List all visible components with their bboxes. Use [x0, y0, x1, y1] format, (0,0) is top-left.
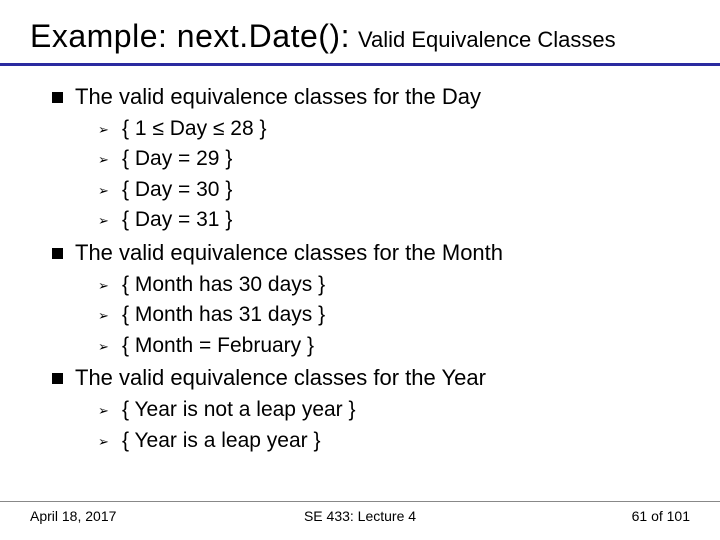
section-heading: The valid equivalence classes for the Ye…: [52, 365, 690, 391]
list-item: ➢ { Year is a leap year }: [98, 426, 690, 456]
arrow-icon: ➢: [98, 151, 112, 170]
list-item: ➢ { Day = 30 }: [98, 175, 690, 205]
slide: Example: next.Date(): Valid Equivalence …: [0, 0, 720, 540]
list-item-text: { Month = February }: [122, 331, 314, 361]
list-item: ➢ { Month has 31 days }: [98, 300, 690, 330]
arrow-icon: ➢: [98, 402, 112, 421]
section-heading: The valid equivalence classes for the Mo…: [52, 240, 690, 266]
list-item: ➢ { Month = February }: [98, 331, 690, 361]
section-heading: The valid equivalence classes for the Da…: [52, 84, 690, 110]
list-item-text: { Year is not a leap year }: [122, 395, 356, 425]
title-main: Example: next.Date():: [30, 18, 350, 55]
arrow-icon: ➢: [98, 338, 112, 357]
section-year: The valid equivalence classes for the Ye…: [52, 365, 690, 456]
list-item-text: { Month has 31 days }: [122, 300, 325, 330]
list-item-text: { 1 ≤ Day ≤ 28 }: [122, 114, 266, 144]
list-item: ➢ { Month has 30 days }: [98, 270, 690, 300]
section-month: The valid equivalence classes for the Mo…: [52, 240, 690, 361]
square-bullet-icon: [52, 373, 63, 384]
arrow-icon: ➢: [98, 182, 112, 201]
list-item: ➢ { Day = 29 }: [98, 144, 690, 174]
footer-course: SE 433: Lecture 4: [304, 508, 416, 524]
list-item-text: { Day = 29 }: [122, 144, 232, 174]
section-heading-text: The valid equivalence classes for the Mo…: [75, 240, 503, 266]
title-underline: [0, 63, 720, 66]
section-items: ➢ { Month has 30 days } ➢ { Month has 31…: [52, 270, 690, 361]
square-bullet-icon: [52, 248, 63, 259]
square-bullet-icon: [52, 92, 63, 103]
content-area: The valid equivalence classes for the Da…: [30, 84, 690, 456]
slide-title: Example: next.Date(): Valid Equivalence …: [30, 18, 690, 61]
arrow-icon: ➢: [98, 212, 112, 231]
section-heading-text: The valid equivalence classes for the Da…: [75, 84, 481, 110]
section-day: The valid equivalence classes for the Da…: [52, 84, 690, 236]
section-items: ➢ { 1 ≤ Day ≤ 28 } ➢ { Day = 29 } ➢ { Da…: [52, 114, 690, 236]
list-item-text: { Day = 31 }: [122, 205, 232, 235]
arrow-icon: ➢: [98, 121, 112, 140]
arrow-icon: ➢: [98, 277, 112, 296]
section-heading-text: The valid equivalence classes for the Ye…: [75, 365, 486, 391]
footer-page: 61 of 101: [632, 508, 690, 524]
arrow-icon: ➢: [98, 433, 112, 452]
list-item-text: { Day = 30 }: [122, 175, 232, 205]
arrow-icon: ➢: [98, 307, 112, 326]
section-items: ➢ { Year is not a leap year } ➢ { Year i…: [52, 395, 690, 456]
list-item: ➢ { Year is not a leap year }: [98, 395, 690, 425]
list-item-text: { Year is a leap year }: [122, 426, 321, 456]
footer-date: April 18, 2017: [30, 508, 116, 524]
list-item: ➢ { Day = 31 }: [98, 205, 690, 235]
list-item: ➢ { 1 ≤ Day ≤ 28 }: [98, 114, 690, 144]
slide-footer: April 18, 2017 SE 433: Lecture 4 61 of 1…: [0, 501, 720, 524]
list-item-text: { Month has 30 days }: [122, 270, 325, 300]
title-subtitle: Valid Equivalence Classes: [358, 27, 616, 53]
